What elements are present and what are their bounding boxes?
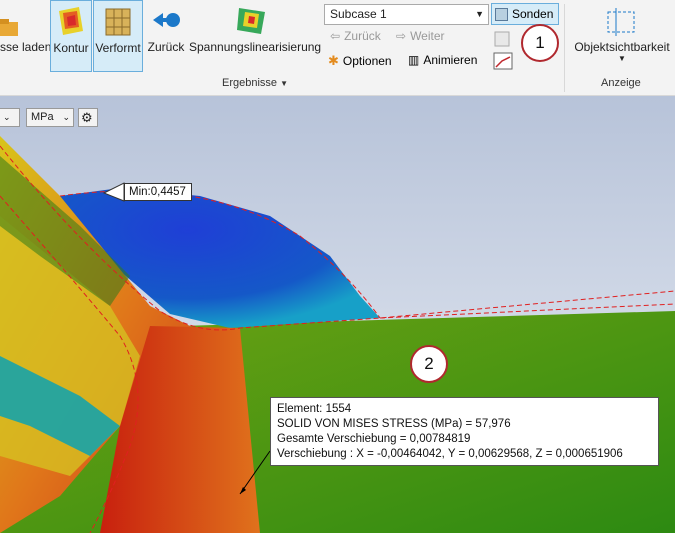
ergebnisse-laden-label: sse laden — [0, 40, 52, 54]
kontur-label: Kontur — [53, 41, 89, 55]
spannungslinearisierung-label: Spannungslinearisierung — [189, 40, 322, 54]
probe-stress: SOLID VON MISES STRESS (MPa) = 57,976 — [277, 418, 511, 430]
callout-2: 2 — [410, 345, 448, 383]
chevron-down-icon: ▼ — [618, 54, 626, 63]
min-value-label: Min:0,4457 — [124, 183, 192, 201]
subcase-value: Subcase 1 — [330, 7, 387, 21]
view-select[interactable]: ⌄ — [0, 108, 20, 127]
unit-select[interactable]: MPa ⌄ — [26, 108, 74, 127]
probe-displacement-xyz: Verschiebung : X = -0,00464042, Y = 0,00… — [277, 448, 623, 460]
nav-forward-button[interactable]: ⇨ Weiter — [396, 29, 445, 43]
contour-icon — [59, 7, 83, 35]
ergebnisse-group-label[interactable]: Ergebnisse ▼ — [222, 77, 288, 89]
linearization-icon — [237, 8, 265, 34]
graph-icon — [493, 52, 513, 70]
arrow-right-icon: ⇨ — [396, 29, 407, 43]
fea-model-render — [0, 96, 675, 533]
probe-result-box: Element: 1554 SOLID VON MISES STRESS (MP… — [270, 397, 659, 466]
nav-back-button[interactable]: ⇦ Zurück — [330, 29, 381, 43]
folder-icon — [0, 19, 18, 36]
probe-add-button[interactable] — [492, 29, 514, 49]
ergebnisse-laden-button[interactable]: sse laden — [0, 0, 52, 72]
zurueck-button[interactable]: Zurück — [145, 0, 187, 72]
chevron-down-icon: ⌄ — [3, 112, 11, 122]
spannungslinearisierung-button[interactable]: Spannungslinearisierung — [189, 0, 321, 72]
graph-button[interactable] — [492, 51, 514, 71]
result-viewport[interactable]: ⌄ MPa ⌄ ⚙ Min:0,4457 Element: 1554 SOLID… — [0, 96, 675, 533]
zurueck-label: Zurück — [147, 40, 185, 54]
ribbon-toolbar: sse laden Kontur Verformt Zurück Spannun… — [0, 0, 675, 96]
animieren-button[interactable]: ▥ Animieren — [408, 53, 477, 67]
visibility-icon — [607, 8, 635, 36]
back-arrow-icon — [153, 13, 180, 27]
optionen-label: Optionen — [342, 54, 392, 68]
verformt-button[interactable]: Verformt — [93, 0, 143, 72]
objektsichtbarkeit-button[interactable]: Objektsichtbarkeit ▼ — [570, 0, 674, 72]
probe-element: Element: 1554 — [277, 403, 352, 415]
objektsichtbarkeit-label: Objektsichtbarkeit — [574, 40, 670, 54]
animieren-label: Animieren — [423, 53, 478, 67]
probe-displacement-total: Gesamte Verschiebung = 0,00784819 — [277, 433, 471, 445]
deformed-icon — [105, 8, 131, 36]
optionen-button[interactable]: ✱ Optionen — [328, 53, 392, 69]
nav-back-label: Zurück — [344, 29, 381, 43]
animate-icon: ▥ — [408, 53, 420, 67]
kontur-button[interactable]: Kontur — [50, 0, 92, 72]
callout-1: 1 — [521, 24, 559, 62]
view-settings-button[interactable]: ⚙ — [78, 108, 98, 127]
subcase-select[interactable]: Subcase 1 ▼ — [324, 4, 489, 25]
sonden-label: Sonden — [512, 7, 554, 21]
verformt-label: Verformt — [95, 41, 141, 55]
nav-forward-label: Weiter — [410, 29, 445, 43]
options-icon: ✱ — [328, 53, 339, 68]
chevron-down-icon: ▼ — [280, 79, 289, 88]
group-separator — [564, 4, 565, 92]
chevron-down-icon: ▼ — [475, 9, 484, 19]
gear-icon: ⚙ — [81, 110, 93, 125]
probe-icon — [495, 7, 508, 21]
arrow-left-icon: ⇦ — [330, 29, 341, 43]
anzeige-group-label: Anzeige — [601, 77, 641, 89]
chevron-down-icon: ⌄ — [62, 112, 70, 122]
unit-value: MPa — [31, 111, 54, 123]
probe-add-icon — [494, 31, 510, 47]
sonden-button[interactable]: Sonden — [491, 3, 559, 25]
